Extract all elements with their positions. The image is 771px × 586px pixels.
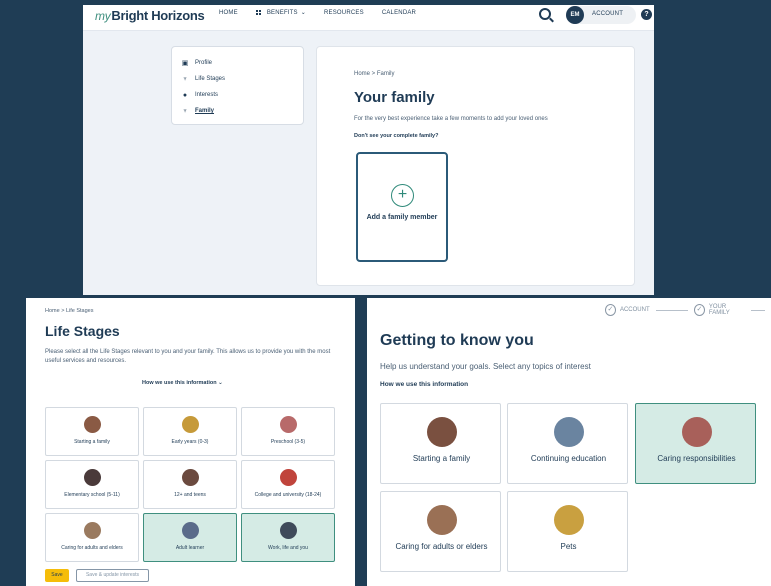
life-stage-tile[interactable]: Early years (0-3) — [143, 407, 237, 456]
life-stage-photo — [182, 522, 199, 539]
your-family-card: Home > Family Your family For the very b… — [316, 46, 635, 286]
life-stages-screenshot: Home > Life Stages Life Stages Please se… — [26, 298, 355, 586]
life-stage-tile[interactable]: Preschool (3-5) — [241, 407, 335, 456]
menu-item-profile[interactable]: ▣ Profile — [180, 55, 295, 71]
life-stage-tile[interactable]: Elementary school (5-11) — [45, 460, 139, 509]
life-stage-photo — [280, 416, 297, 433]
step-divider — [655, 309, 688, 311]
how-we-use-info-link[interactable]: How we use this information — [380, 381, 468, 388]
interest-photo — [682, 417, 712, 447]
life-stage-tile[interactable]: Adult learner — [143, 513, 237, 562]
breadcrumb[interactable]: Home > Life Stages — [45, 308, 93, 314]
id-card-icon: ▣ — [181, 60, 189, 67]
interest-tile[interactable]: Caring responsibilities — [635, 403, 756, 484]
check-circle-icon: ✓ — [605, 304, 616, 316]
avatar: EM — [566, 6, 584, 24]
life-stage-tile[interactable]: Starting a family — [45, 407, 139, 456]
chevron-down-icon: ⌄ — [300, 10, 306, 16]
interest-photo — [427, 417, 457, 447]
life-stage-photo — [84, 416, 101, 433]
main-nav: HOME BENEFITS ⌄ RESOURCES CALENDAR — [219, 9, 434, 16]
account-label: ACCOUNT — [592, 11, 624, 17]
nav-resources[interactable]: RESOURCES — [324, 9, 364, 16]
interest-photo — [554, 505, 584, 535]
step-divider — [750, 309, 766, 311]
add-family-member-label: Add a family member — [366, 214, 438, 221]
life-stage-photo — [280, 522, 297, 539]
interest-tile[interactable]: Pets — [507, 491, 628, 572]
interest-tile[interactable]: Continuing education — [507, 403, 628, 484]
life-stage-photo — [84, 522, 101, 539]
progress-steps: ✓ ACCOUNT ✓ YOUR FAMILY — [605, 304, 771, 316]
getting-to-know-you-screenshot: ✓ ACCOUNT ✓ YOUR FAMILY Getting to know … — [367, 298, 771, 586]
life-stage-photo — [280, 469, 297, 486]
life-stage-tile[interactable]: College and university (18-24) — [241, 460, 335, 509]
page-title: Your family — [354, 89, 435, 106]
interest-photo — [554, 417, 584, 447]
top-navigation-bar: myBright Horizons HOME BENEFITS ⌄ RESOURC… — [83, 5, 654, 31]
interest-photo — [427, 505, 457, 535]
step-your-family: YOUR FAMILY — [708, 304, 730, 316]
check-circle-icon: ✓ — [693, 304, 705, 316]
page-subtitle: Help us understand your goals. Select an… — [380, 362, 591, 371]
interest-tile[interactable]: Starting a family — [380, 403, 501, 484]
page-title: Getting to know you — [380, 332, 534, 349]
add-family-member-button[interactable]: + Add a family member — [356, 152, 448, 262]
profile-side-menu: ▣ Profile ♆ Life Stages ● Interests ♆ Family — [171, 46, 304, 125]
breadcrumb[interactable]: Home > Family — [354, 71, 395, 77]
nav-benefits[interactable]: BENEFITS ⌄ — [255, 9, 306, 16]
family-page-screenshot: myBright Horizons HOME BENEFITS ⌄ RESOURC… — [83, 5, 654, 295]
person-icon: ● — [182, 91, 188, 99]
life-stage-tile[interactable]: 12+ and teens — [143, 460, 237, 509]
menu-item-family[interactable]: ♆ Family — [180, 103, 295, 119]
nav-calendar[interactable]: CALENDAR — [382, 9, 416, 16]
life-stage-photo — [182, 469, 199, 486]
interest-tile[interactable]: Caring for adults or elders — [380, 491, 501, 572]
chevron-down-icon: ⌄ — [218, 380, 223, 386]
missing-family-link[interactable]: Don't see your complete family? — [354, 133, 438, 139]
save-button[interactable]: Save — [45, 569, 69, 582]
menu-item-life-stages[interactable]: ♆ Life Stages — [180, 71, 295, 87]
life-stage-photo — [84, 469, 101, 486]
how-we-use-info-toggle[interactable]: How we use this information ⌄ — [142, 380, 223, 386]
page-subtitle: For the very best experience take a few … — [354, 116, 548, 122]
step-account: ACCOUNT — [619, 307, 650, 313]
life-stage-tile[interactable]: Work, life and you — [241, 513, 335, 562]
life-stage-photo — [182, 416, 199, 433]
bright-horizons-logo[interactable]: myBright Horizons — [95, 8, 205, 23]
life-stage-tile[interactable]: Caring for adults and elders — [45, 513, 139, 562]
save-update-interests-button[interactable]: Save & update interests — [76, 569, 149, 582]
grid-icon — [255, 9, 263, 16]
account-button[interactable]: EM ACCOUNT — [566, 6, 636, 24]
tree-icon: ♆ — [182, 75, 188, 83]
nav-home[interactable]: HOME — [219, 9, 238, 16]
search-icon[interactable] — [539, 8, 551, 20]
life-stage-grid: Starting a family Early years (0-3) Pres… — [45, 407, 335, 562]
menu-item-interests[interactable]: ● Interests — [180, 87, 295, 103]
plus-circle-icon: + — [391, 184, 414, 207]
tree-icon: ♆ — [182, 107, 188, 115]
help-icon[interactable]: ? — [641, 9, 652, 20]
page-description: Please select all the Life Stages releva… — [45, 349, 331, 364]
page-title: Life Stages — [45, 323, 120, 339]
